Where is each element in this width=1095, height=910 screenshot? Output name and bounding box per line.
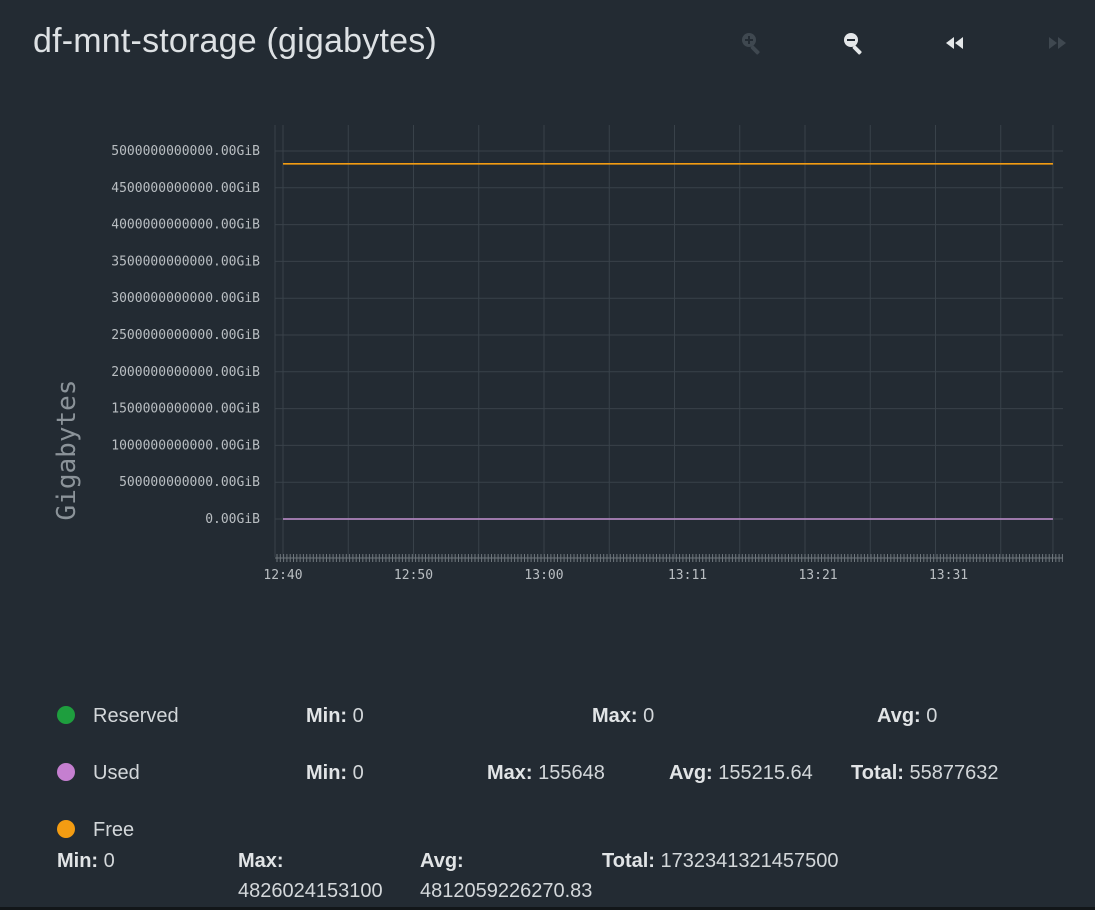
legend-free-label: Free [93, 819, 135, 841]
step-back-button[interactable] [940, 28, 970, 58]
zoom-out-icon [844, 33, 862, 55]
free-min: Min: 0 [57, 850, 115, 872]
x-tick-label: 13:31 [929, 568, 968, 583]
y-tick-label: 5000000000000.00GiB [111, 144, 260, 159]
y-tick-label: 2000000000000.00GiB [111, 365, 260, 380]
used-color-dot [57, 763, 75, 781]
x-tick-label: 12:40 [263, 568, 302, 583]
free-avg-label: Avg: [420, 850, 464, 872]
chart-title: df-mnt-storage (gigabytes) [33, 22, 437, 60]
rewind-icon [946, 37, 963, 49]
zoom-out-button[interactable] [839, 28, 869, 58]
x-tick-label: 13:00 [524, 568, 563, 583]
x-tick-label: 13:21 [798, 568, 837, 583]
free-total: Total: 1732341321457500 [602, 850, 839, 872]
used-min: Min: 0 [306, 762, 364, 784]
reserved-avg: Avg: 0 [877, 705, 938, 727]
x-tick-label: 13:11 [668, 568, 707, 583]
zoom-in-icon [742, 33, 760, 55]
used-max: Max: 155648 [487, 762, 605, 784]
free-color-dot [57, 820, 75, 838]
y-axis-label: Gigabytes [52, 380, 82, 521]
free-max: 4826024153100 [238, 880, 383, 902]
free-max-label: Max: [238, 850, 284, 872]
used-avg: Avg: 155215.64 [669, 762, 813, 784]
legend-reserved-label: Reserved [93, 705, 179, 727]
reserved-min: Min: 0 [306, 705, 364, 727]
used-total: Total: 55877632 [851, 762, 999, 784]
y-tick-label: 500000000000.00GiB [119, 475, 260, 490]
zoom-in-button[interactable] [737, 28, 767, 58]
y-tick-label: 1500000000000.00GiB [111, 402, 260, 417]
y-tick-label: 3000000000000.00GiB [111, 291, 260, 306]
step-forward-button[interactable] [1042, 28, 1072, 58]
x-tick-label: 12:50 [394, 568, 433, 583]
y-tick-label: 1000000000000.00GiB [111, 438, 260, 453]
storage-chart: 0.00GiB 500000000000.00GiB 1000000000000.0… [52, 125, 1063, 583]
y-axis-ticks: 0.00GiB 500000000000.00GiB 1000000000000.0… [111, 144, 260, 527]
x-axis: 12:40 12:50 13:00 13:11 13:21 13:31 [263, 554, 1063, 583]
y-tick-label: 3500000000000.00GiB [111, 254, 260, 269]
free-avg: 4812059226270.83 [420, 880, 593, 902]
y-tick-label: 4000000000000.00GiB [111, 218, 260, 233]
reserved-color-dot [57, 706, 75, 724]
fast-forward-icon [1049, 37, 1066, 49]
legend-used-label: Used [93, 762, 140, 784]
reserved-max: Max: 0 [592, 705, 655, 727]
y-tick-label: 2500000000000.00GiB [111, 328, 260, 343]
chart-grid [274, 125, 1063, 557]
y-tick-label: 4500000000000.00GiB [111, 181, 260, 196]
chart-series [283, 163, 1053, 520]
y-tick-label: 0.00GiB [205, 512, 260, 527]
